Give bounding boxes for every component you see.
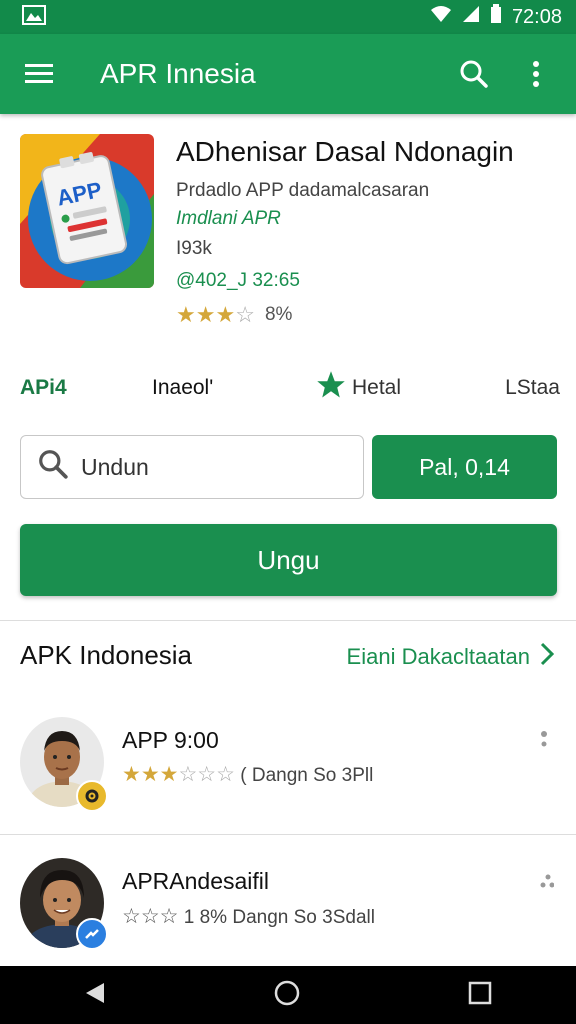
app-bar-title: APR Innesia bbox=[100, 58, 256, 89]
system-nav-bar bbox=[0, 966, 576, 1024]
badge-verified-icon bbox=[76, 918, 108, 950]
app-rating: ★★★☆ 8% bbox=[176, 302, 566, 328]
rating-stars: ★★★☆ bbox=[176, 302, 255, 328]
search-input[interactable]: Undun bbox=[20, 435, 364, 499]
recents-icon[interactable] bbox=[468, 981, 492, 1010]
list-item-subtitle-text: ( Dangn So 3Pll bbox=[240, 765, 374, 786]
star-icon: ★★★ bbox=[122, 763, 179, 786]
star-outline-icon: ☆☆☆ bbox=[122, 905, 179, 928]
star-icon: ★ bbox=[195, 302, 216, 327]
list-item-subtitle: ★★★☆☆☆ ( Dangn So 3Pll bbox=[122, 762, 373, 787]
star-outline-icon: ☆☆☆ bbox=[178, 763, 235, 786]
star-icon: ★ bbox=[176, 302, 196, 327]
stat-item-4: LStaa bbox=[505, 376, 560, 399]
more-vert-icon[interactable] bbox=[516, 54, 556, 94]
search-placeholder: Undun bbox=[81, 453, 149, 480]
section-title: APK Indonesia bbox=[20, 640, 193, 670]
stat-item-2: Inaeol' bbox=[152, 376, 214, 399]
battery-icon bbox=[490, 4, 502, 30]
divider bbox=[0, 834, 576, 835]
stats-row: APi4 Inaeol' Hetal LStaa bbox=[20, 368, 560, 408]
home-icon[interactable] bbox=[273, 979, 301, 1012]
status-bar: 72:08 bbox=[0, 0, 576, 34]
more-vert-icon[interactable] bbox=[540, 730, 552, 759]
notification-image-icon bbox=[22, 4, 46, 30]
see-all-label: Eiani Dakacltaatan bbox=[346, 644, 530, 669]
search-icon[interactable] bbox=[454, 54, 494, 94]
app-developer[interactable]: Imdlani APR bbox=[176, 208, 566, 230]
status-time: 72:08 bbox=[511, 5, 562, 28]
app-name: ADhenisar Dasal Ndonagin bbox=[176, 136, 514, 167]
install-button[interactable]: Ungu bbox=[20, 524, 557, 596]
signal-icon bbox=[462, 5, 480, 29]
back-icon[interactable] bbox=[84, 981, 106, 1010]
list-item[interactable]: APP 9:00 ★★★☆☆☆ ( Dangn So 3Pll bbox=[0, 712, 576, 822]
app-size: I93k bbox=[176, 238, 212, 259]
list-item-subtitle-text: 1 8% Dangn So 3Sdall bbox=[183, 907, 375, 928]
list-item-title: APRAndesaifil bbox=[122, 868, 270, 894]
star-icon: ★ bbox=[215, 302, 236, 327]
app-info: ADhenisar Dasal Ndonagin Prdadlo APP dad… bbox=[176, 134, 566, 328]
list-item-subtitle: ☆☆☆ 1 8% Dangn So 3Sdall bbox=[122, 904, 375, 929]
green-star-icon bbox=[316, 370, 346, 406]
app-icon-image: APP bbox=[20, 134, 154, 288]
price-button[interactable]: Pal, 0,14 bbox=[372, 435, 557, 499]
app-description: Prdadlo APP dadamalcasaran bbox=[176, 180, 430, 201]
stat-item-3-label: Hetal bbox=[352, 376, 402, 399]
search-icon bbox=[37, 448, 69, 486]
wifi-icon bbox=[430, 5, 452, 29]
app-version: @402_J 32:65 bbox=[176, 270, 300, 291]
chevron-right-icon bbox=[540, 642, 555, 672]
list-item[interactable]: APRAndesaifil ☆☆☆ 1 8% Dangn So 3Sdall bbox=[0, 852, 576, 962]
menu-icon[interactable] bbox=[20, 54, 60, 94]
more-horiz-icon[interactable] bbox=[540, 874, 555, 893]
stat-item-1: APi4 bbox=[20, 376, 67, 399]
star-outline-icon: ☆ bbox=[235, 302, 255, 327]
stat-item-3: Hetal bbox=[316, 370, 482, 406]
app-bar: APR Innesia bbox=[0, 34, 576, 114]
see-all-link[interactable]: Eiani Dakacltaatan bbox=[346, 642, 555, 672]
list-item-title: APP 9:00 bbox=[122, 727, 219, 753]
rating-percent: 8% bbox=[264, 304, 293, 325]
badge-gear-icon bbox=[76, 780, 108, 812]
divider bbox=[0, 620, 576, 621]
